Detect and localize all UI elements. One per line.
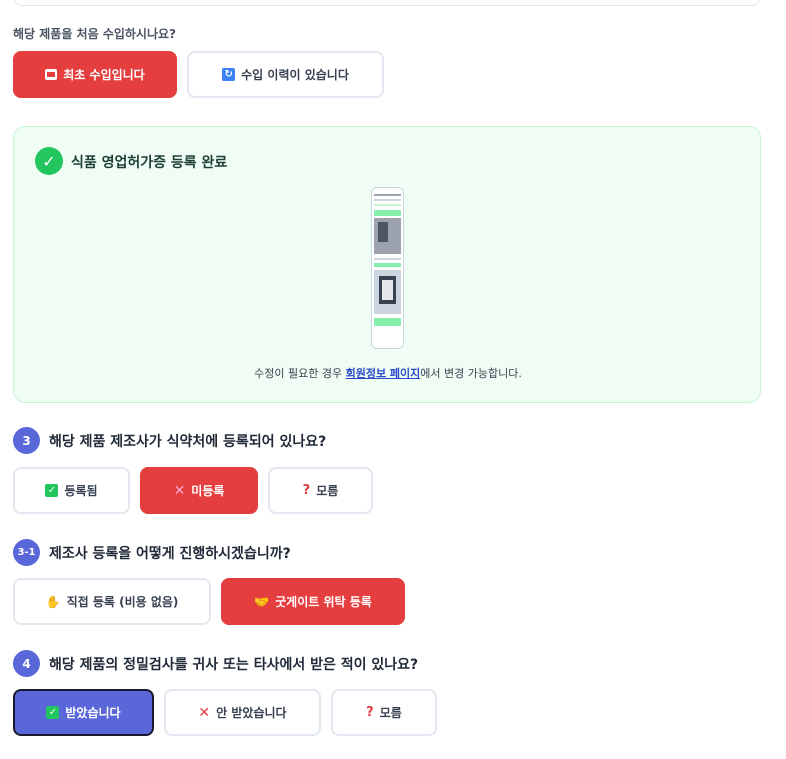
- question-3-1-title: 제조사 등록을 어떻게 진행하시겠습니까?: [49, 546, 291, 562]
- not-registered-label: 미등록: [191, 484, 225, 498]
- new-icon: [45, 69, 58, 80]
- registered-button[interactable]: ✓ 등록됨: [13, 467, 130, 514]
- self-register-button[interactable]: ✋ 직접 등록 (비용 없음): [13, 578, 211, 625]
- member-info-page-link[interactable]: 회원정보 페이지: [346, 367, 421, 380]
- q3-unknown-button[interactable]: ? 모름: [268, 467, 373, 514]
- question-3-1-number: 3-1: [13, 539, 40, 566]
- top-input-field[interactable]: [13, 0, 761, 6]
- question-mark-icon: ?: [366, 705, 374, 720]
- first-import-button[interactable]: 최초 수입입니다: [13, 51, 177, 98]
- note-text-before: 수정이 필요한 경우: [254, 367, 346, 380]
- goodgate-consign-label: 굿게이트 위탁 등록: [275, 595, 372, 609]
- license-card-title: 식품 영업허가증 등록 완료: [71, 155, 228, 171]
- import-question-label: 해당 제품을 처음 수입하시나요?: [13, 27, 177, 41]
- received-button[interactable]: ✓ 받았습니다: [13, 689, 154, 736]
- question-3-title: 해당 제품 제조사가 식약처에 등록되어 있나요?: [49, 434, 327, 450]
- question-3-number: 3: [13, 427, 40, 454]
- self-register-label: 직접 등록 (비용 없음): [66, 595, 179, 609]
- q4-unknown-button[interactable]: ? 모름: [331, 689, 437, 736]
- refresh-icon: ↻: [222, 68, 236, 81]
- license-edit-note: 수정이 필요한 경우 회원정보 페이지에서 변경 가능합니다.: [14, 365, 762, 381]
- received-label: 받았습니다: [65, 706, 121, 720]
- license-registered-card: ✓ 식품 영업허가증 등록 완료 수정이 필요한 경우 회원정보 페이지에서 변…: [13, 126, 761, 403]
- handshake-icon: 🤝: [254, 594, 270, 609]
- license-document-thumbnail[interactable]: [371, 187, 404, 349]
- first-import-label: 최초 수입입니다: [63, 68, 145, 82]
- check-box-icon: ✓: [45, 484, 59, 497]
- note-text-after: 에서 변경 가능합니다.: [420, 367, 522, 380]
- cross-icon: ✕: [173, 482, 186, 499]
- registered-label: 등록됨: [64, 484, 98, 498]
- not-received-button[interactable]: ✕ 안 받았습니다: [164, 689, 321, 736]
- q3-unknown-label: 모름: [316, 484, 339, 498]
- q4-unknown-label: 모름: [379, 706, 402, 720]
- has-import-history-button[interactable]: ↻ 수입 이력이 있습니다: [187, 51, 384, 98]
- has-import-history-label: 수입 이력이 있습니다: [241, 68, 349, 82]
- raised-hand-icon: ✋: [45, 594, 61, 609]
- goodgate-consign-button[interactable]: 🤝 굿게이트 위탁 등록: [221, 578, 405, 625]
- question-mark-icon: ?: [302, 483, 311, 498]
- question-4-title: 해당 제품의 정밀검사를 귀사 또는 타사에서 받은 적이 있나요?: [49, 657, 419, 673]
- question-4-number: 4: [13, 650, 40, 677]
- check-circle-icon: ✓: [35, 147, 63, 175]
- cross-icon: ✕: [198, 704, 211, 721]
- not-received-label: 안 받았습니다: [216, 706, 287, 720]
- check-box-icon: ✓: [46, 706, 60, 719]
- not-registered-button[interactable]: ✕ 미등록: [140, 467, 258, 514]
